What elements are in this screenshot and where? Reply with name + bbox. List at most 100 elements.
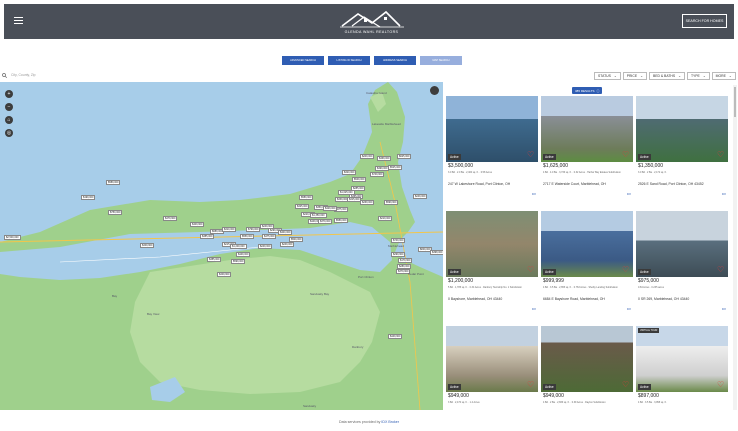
listing-card[interactable]: VIRTUAL TOUR Active ♡ $897,000 4 Bd · 3.5 Ba… — [636, 326, 728, 410]
price-pin[interactable]: $589,000 — [106, 180, 121, 186]
listing-address[interactable]: 247 W Lakeshore Road, Port Clinton, OH — [448, 182, 510, 186]
listing-photo[interactable]: Active ♡ — [541, 326, 633, 392]
listing-card[interactable]: Active ♡ $949,000 3 Bd · 2,470 sq. ft. · 1.… — [446, 326, 538, 410]
listing-photo[interactable]: Active ♡ — [446, 96, 538, 162]
filter-type[interactable]: TYPE ⌄ — [686, 72, 710, 80]
listing-photo[interactable]: Active ♡ — [636, 211, 728, 277]
price-pin[interactable]: $249,900 — [260, 224, 275, 230]
price-pin[interactable]: $549,000 — [352, 177, 367, 183]
price-pin[interactable]: $525,000 — [388, 165, 403, 171]
listing-card[interactable]: Active ♡ $1,200,000 5 Bd · 1,785 sq. ft. · … — [446, 211, 538, 323]
favorite-heart-icon[interactable]: ♡ — [527, 266, 535, 274]
price-pin[interactable]: $400,000 — [278, 230, 293, 236]
price-pin[interactable]: $398,000 — [430, 250, 443, 256]
price-pin[interactable]: $429,000 — [323, 206, 338, 212]
tab-advanced-search[interactable]: ADVANCED SEARCH — [282, 56, 324, 65]
listing-photo[interactable]: VIRTUAL TOUR Active ♡ — [636, 326, 728, 392]
price-pin[interactable]: $219,000 — [378, 216, 393, 222]
price-pin[interactable]: $249,000 — [280, 242, 295, 248]
map-layers-icon[interactable] — [430, 86, 439, 95]
price-pin[interactable]: $2,500,000 — [4, 235, 21, 241]
listing-photo[interactable]: Active ♡ — [446, 326, 538, 392]
price-pin[interactable]: $320,000 — [342, 170, 357, 176]
price-pin[interactable]: $749,000 — [391, 238, 406, 244]
listing-address[interactable]: 2717 E Waterside Court, Marblehead, OH — [543, 182, 606, 186]
price-pin[interactable]: $449,000 — [236, 252, 251, 258]
price-pin[interactable]: $750,000 — [108, 210, 123, 216]
price-pin[interactable]: $325,000 — [295, 204, 310, 210]
filter-price[interactable]: PRICE ⌄ — [622, 72, 647, 80]
listing-card[interactable]: Active ♡ $949,000 4 Bd · 2 Ba · 2,836 sq. f… — [541, 326, 633, 410]
listing-card[interactable]: Active ♡ $999,999 4 Bd · 3.5 Ba · 2,655 sq.… — [541, 211, 633, 323]
results-count-badge[interactable]: 385 RESULTS ⓘ — [572, 87, 603, 94]
map-view[interactable]: + − ⌂ ◎ $2,500,000 $199,000 $589,000 $750,0… — [0, 82, 443, 410]
price-pin[interactable]: $449,900 — [388, 334, 403, 340]
price-pin[interactable]: $625,000 — [397, 154, 412, 160]
search-input[interactable]: City, County, Zip — [11, 73, 36, 77]
location-search[interactable]: City, County, Zip — [2, 71, 302, 79]
listing-address[interactable]: 2526 E Sand Road, Port Clinton, OH 43452 — [638, 182, 704, 186]
zoom-out-button[interactable]: − — [5, 103, 13, 111]
favorite-heart-icon[interactable]: ♡ — [717, 151, 725, 159]
listing-photo[interactable]: Active ♡ — [636, 96, 728, 162]
favorite-heart-icon[interactable]: ♡ — [717, 266, 725, 274]
draw-shape-button[interactable]: ⌂ — [5, 116, 13, 124]
price-pin[interactable]: $209,000 — [360, 154, 375, 160]
price-pin[interactable]: $199,000 — [81, 195, 96, 201]
price-pin[interactable]: $409,900 — [190, 222, 205, 228]
price-pin[interactable]: $385,000 — [207, 257, 222, 263]
listing-card[interactable]: Active ♡ $1,350,000 3.0 Bd · 2 Ba · 2,172 s… — [636, 96, 728, 208]
price-pin[interactable]: $589,000 — [334, 218, 349, 224]
price-pin[interactable]: $310,000 — [222, 227, 237, 233]
listing-scrollbar[interactable] — [733, 85, 737, 410]
listing-address[interactable]: 0 Bayshore, Marblehead, OH 43440 — [448, 297, 502, 301]
zoom-in-button[interactable]: + — [5, 90, 13, 98]
favorite-heart-icon[interactable]: ♡ — [527, 151, 535, 159]
listing-card[interactable]: Active ♡ $1,625,000 4 Bd · 4.0 Ba · 3,736 s… — [541, 96, 633, 208]
filter-status[interactable]: STATUS ⌄ — [594, 72, 621, 80]
favorite-heart-icon[interactable]: ♡ — [622, 151, 630, 159]
price-pin[interactable]: $475,000 — [262, 234, 277, 240]
favorite-heart-icon[interactable]: ♡ — [622, 381, 630, 389]
brand-logo[interactable]: GLENDA WAHL REALTORS — [334, 6, 409, 38]
price-pin[interactable]: $589,900 — [299, 195, 314, 201]
price-pin[interactable]: $469,000 — [377, 156, 392, 162]
tab-listing-id-search[interactable]: LISTING ID SEARCH — [328, 56, 370, 65]
listing-photo[interactable]: Active ♡ — [541, 96, 633, 162]
listing-photo[interactable]: Active ♡ — [446, 211, 538, 277]
price-pin[interactable]: $559,000 — [240, 234, 255, 240]
price-pin[interactable]: $349,900 — [140, 243, 155, 249]
listing-card[interactable]: Active ♡ $3,500,000 3.0 Bd · 2.0 Ba · 2,400… — [446, 96, 538, 208]
search-homes-button[interactable]: SEARCH FOR HOMES — [682, 14, 727, 28]
price-pin[interactable]: $479,900 — [163, 216, 178, 222]
tab-address-search[interactable]: ADDRESS SEARCH — [374, 56, 416, 65]
listing-address[interactable]: 6684 E Bayshore Road, Marblehead, OH — [543, 297, 605, 301]
hamburger-menu-icon[interactable] — [14, 17, 23, 24]
price-pin[interactable]: $1,200,000 — [230, 244, 247, 250]
price-pin[interactable]: $599,900 — [384, 200, 399, 206]
price-pin[interactable]: $379,000 — [318, 219, 333, 225]
tab-map-search[interactable]: MAP SEARCH — [420, 56, 462, 65]
filter-bed-baths[interactable]: BED & BATHS ⌄ — [648, 72, 685, 80]
price-pin[interactable]: $1,350,000 — [310, 213, 327, 219]
filter-more[interactable]: MORE ⌄ — [711, 72, 736, 80]
price-pin[interactable]: $249,000 — [413, 194, 428, 200]
price-pin[interactable]: $179,900 — [398, 258, 413, 264]
price-pin[interactable]: $749,900 — [370, 172, 385, 178]
favorite-heart-icon[interactable]: ♡ — [527, 381, 535, 389]
price-pin[interactable]: $799,000 — [246, 227, 261, 233]
favorite-heart-icon[interactable]: ♡ — [717, 381, 725, 389]
price-pin[interactable]: $1,625,000 — [338, 190, 355, 196]
idx-broker-link[interactable]: IDX Broker — [381, 420, 399, 424]
price-pin[interactable]: $269,000 — [360, 200, 375, 206]
price-pin[interactable]: $385,000 — [200, 234, 215, 240]
price-pin[interactable]: $599,000 — [231, 259, 246, 265]
listing-photo[interactable]: Active ♡ — [541, 211, 633, 277]
price-pin[interactable]: $299,900 — [391, 252, 406, 258]
listing-card[interactable]: Active ♡ $975,000 0.84 Acres · 0.235 acres 0… — [636, 211, 728, 323]
price-pin[interactable]: $500,000 — [289, 237, 304, 243]
favorite-heart-icon[interactable]: ♡ — [622, 266, 630, 274]
price-pin[interactable]: $249,000 — [258, 244, 273, 250]
locate-button[interactable]: ◎ — [5, 129, 13, 137]
listing-address[interactable]: 0 SR 269, Marblehead, OH 43440 — [638, 297, 689, 301]
